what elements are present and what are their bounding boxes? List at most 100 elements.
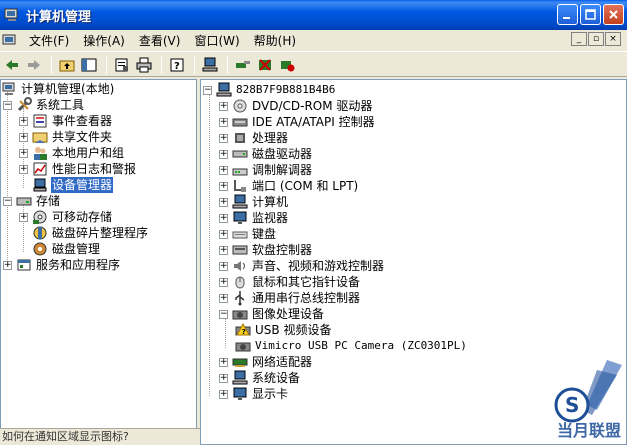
device-label: 软盘控制器 (252, 243, 313, 257)
device-category-usb[interactable]: + 通用串行总线控制器 (219, 290, 361, 306)
expand-toggle[interactable]: + (19, 116, 28, 126)
expand-toggle[interactable]: + (219, 245, 228, 255)
expand-toggle[interactable]: + (219, 101, 228, 111)
menu-window[interactable]: 窗口(W) (187, 31, 246, 51)
device-category-display[interactable]: + 显示卡 (219, 386, 289, 402)
tree-label-root: 计算机管理(本地) (21, 82, 115, 96)
uninstall-button[interactable] (255, 55, 275, 75)
expand-toggle[interactable]: + (219, 181, 228, 191)
device-label: 图像处理设备 (252, 307, 325, 321)
device-usb-video[interactable]: ? USB 视频设备 (235, 322, 332, 338)
menu-help[interactable]: 帮助(H) (247, 31, 303, 51)
expand-toggle[interactable]: + (219, 165, 228, 175)
expand-toggle[interactable]: + (219, 357, 228, 367)
storage-icon (16, 197, 32, 206)
svg-text:S: S (565, 393, 579, 417)
tree-node-defrag[interactable]: 磁盘碎片整理程序 (19, 225, 149, 241)
help-icon: ? (170, 58, 184, 72)
device-category-keyboard[interactable]: + 键盘 (219, 226, 277, 242)
scan-hardware-button[interactable] (233, 55, 253, 75)
print-button[interactable] (134, 55, 154, 75)
collapse-toggle[interactable]: − (203, 85, 212, 95)
disable-button[interactable] (277, 55, 297, 75)
computer-management-icon[interactable] (2, 33, 18, 49)
expand-toggle[interactable]: + (19, 132, 28, 142)
tree-node-disk-mgmt[interactable]: 磁盘管理 (19, 241, 101, 257)
device-category-computer[interactable]: + 计算机 (219, 194, 289, 210)
computer-button[interactable] (200, 55, 220, 75)
tree-node-event-viewer[interactable]: + 事件查看器 (19, 113, 113, 129)
menu-action[interactable]: 操作(A) (76, 31, 132, 51)
expand-toggle[interactable]: + (19, 212, 28, 222)
sound-icon (234, 261, 245, 271)
device-category-system[interactable]: + 系统设备 (219, 370, 301, 386)
device-category-ports[interactable]: + 端口 (COM 和 LPT) (219, 178, 359, 194)
back-button[interactable] (2, 55, 22, 75)
mdi-restore-button[interactable]: ▫ (588, 32, 604, 46)
expand-toggle[interactable]: + (19, 164, 28, 174)
tree-node-local-users[interactable]: + 本地用户和组 (19, 145, 125, 161)
expand-toggle[interactable]: + (219, 261, 228, 271)
expand-toggle[interactable]: + (219, 373, 228, 383)
tree-node-services-apps[interactable]: + 服务和应用程序 (3, 257, 121, 273)
collapse-toggle[interactable]: − (3, 100, 12, 110)
expand-toggle[interactable]: + (219, 213, 228, 223)
collapse-toggle[interactable]: − (3, 196, 12, 206)
expand-toggle[interactable]: + (219, 149, 228, 159)
mdi-minimize-button[interactable]: _ (571, 32, 587, 46)
device-category-disk[interactable]: + 磁盘驱动器 (219, 146, 313, 162)
tree-label-shared-folders: 共享文件夹 (52, 130, 113, 144)
expand-toggle[interactable]: + (219, 133, 228, 143)
services-apps-icon (17, 259, 31, 271)
expand-toggle[interactable]: + (219, 117, 228, 127)
maximize-button[interactable] (580, 4, 601, 25)
system-device-icon (232, 370, 248, 385)
device-category-dvd[interactable]: + DVD/CD-ROM 驱动器 (219, 98, 373, 114)
toolbar: ? (0, 53, 627, 77)
expand-toggle[interactable]: + (219, 197, 228, 207)
up-button[interactable] (57, 55, 77, 75)
system-tools-icon (17, 97, 32, 112)
console-tree-pane[interactable]: 计算机管理(本地) − 系统工具 + 事件查看器 + 共享文件夹 + 本地用户和… (0, 79, 197, 445)
device-category-mouse[interactable]: + 鼠标和其它指针设备 (219, 274, 361, 290)
properties-button[interactable] (112, 55, 132, 75)
expand-toggle[interactable]: + (219, 229, 228, 239)
cdrom-icon (233, 99, 247, 113)
menu-file[interactable]: 文件(F) (22, 31, 76, 51)
tree-node-shared-folders[interactable]: + 共享文件夹 (19, 129, 113, 145)
device-root[interactable]: − 828B7F9B881B4B6 (203, 82, 336, 98)
tree-label-local-users: 本地用户和组 (52, 146, 125, 160)
tree-node-removable-storage[interactable]: + 可移动存储 (19, 209, 113, 225)
watermark-brand: 当月联盟 (556, 421, 621, 440)
tree-node-root[interactable]: 计算机管理(本地) (1, 81, 115, 97)
device-category-monitor[interactable]: + 监视器 (219, 210, 289, 226)
expand-toggle[interactable]: + (3, 260, 12, 270)
device-label: 通用串行总线控制器 (252, 291, 361, 305)
expand-toggle[interactable]: + (219, 389, 228, 399)
menu-view[interactable]: 查看(V) (132, 31, 188, 51)
device-category-imaging[interactable]: − 图像处理设备 (219, 306, 325, 322)
help-button[interactable]: ? (167, 55, 187, 75)
device-vimicro-camera[interactable]: Vimicro USB PC Camera (ZC0301PL) (235, 338, 468, 354)
print-icon (136, 57, 152, 72)
device-category-ide[interactable]: + IDE ATA/ATAPI 控制器 (219, 114, 376, 130)
tree-node-perf-logs[interactable]: + 性能日志和警报 (19, 161, 137, 177)
device-category-floppy[interactable]: + 软盘控制器 (219, 242, 313, 258)
collapse-toggle[interactable]: − (219, 309, 228, 319)
device-category-cpu[interactable]: + 处理器 (219, 130, 289, 146)
show-hide-tree-button[interactable] (79, 55, 99, 75)
device-category-modem[interactable]: + 调制解调器 (219, 162, 313, 178)
device-category-network[interactable]: + 网络适配器 (219, 354, 313, 370)
close-button[interactable] (603, 4, 624, 25)
device-category-sound[interactable]: + 声音、视频和游戏控制器 (219, 258, 385, 274)
forward-button[interactable] (24, 55, 44, 75)
tree-node-system-tools[interactable]: − 系统工具 (3, 97, 85, 113)
tree-node-device-manager[interactable]: 设备管理器 (19, 177, 114, 193)
minimize-button[interactable] (557, 4, 578, 25)
mdi-close-button[interactable]: × (605, 32, 621, 46)
tree-node-storage[interactable]: − 存储 (3, 193, 61, 209)
expand-toggle[interactable]: + (219, 277, 228, 287)
expand-toggle[interactable]: + (219, 293, 228, 303)
expand-toggle[interactable]: + (19, 148, 28, 158)
device-label: 调制解调器 (252, 163, 313, 177)
